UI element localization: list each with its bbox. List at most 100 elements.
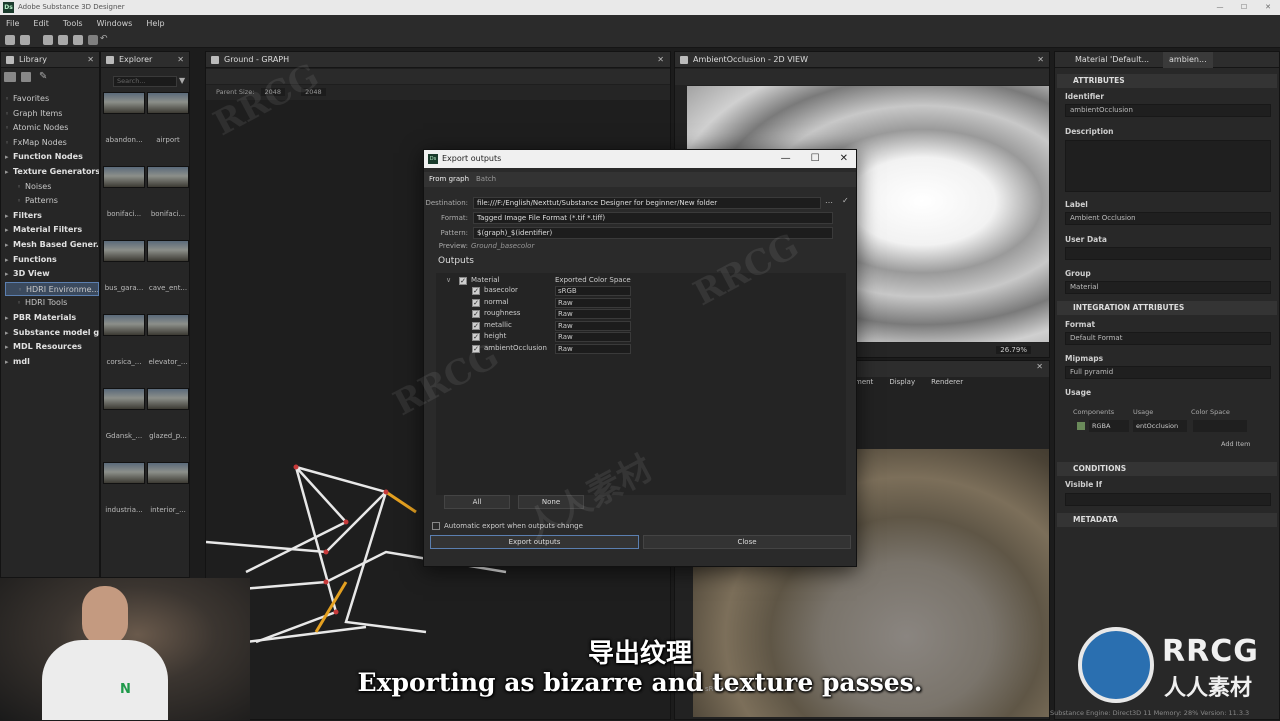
menu-tools[interactable]: Tools <box>63 19 83 28</box>
description-field[interactable] <box>1065 140 1271 192</box>
menu-file[interactable]: File <box>6 19 19 28</box>
mipmaps-select[interactable]: Full pyramid <box>1065 366 1271 379</box>
all-button[interactable]: All <box>444 495 510 509</box>
colorspace-select[interactable] <box>1193 420 1247 432</box>
tab-batch[interactable]: Batch <box>476 175 496 183</box>
tab-ambient[interactable]: ambien... <box>1163 52 1213 68</box>
zoom-level[interactable]: 26.79% <box>996 346 1031 354</box>
hdri-thumbnail[interactable] <box>103 240 145 262</box>
menu-windows[interactable]: Windows <box>97 19 133 28</box>
menu-edit[interactable]: Edit <box>33 19 49 28</box>
dialog-close-icon[interactable]: ✕ <box>840 150 848 168</box>
section-conditions[interactable]: CONDITIONS <box>1057 462 1277 476</box>
hdri-thumbnail[interactable] <box>103 462 145 484</box>
library-item[interactable]: ▸ 3D View <box>5 267 99 282</box>
pencil-icon[interactable]: ✎ <box>39 72 49 82</box>
menu-help[interactable]: Help <box>146 19 164 28</box>
explorer-close-icon[interactable]: ✕ <box>177 52 184 68</box>
hdri-thumbnail[interactable] <box>103 314 145 336</box>
search-input[interactable]: Search... <box>113 76 177 87</box>
view3d-menu-display[interactable]: Display <box>889 378 915 386</box>
import-icon[interactable] <box>43 35 53 45</box>
output-colorspace-select[interactable]: Raw <box>555 343 631 354</box>
components-select[interactable]: RGBA <box>1089 420 1129 432</box>
tab-material[interactable]: Material 'Default... <box>1075 55 1149 64</box>
hdri-thumbnail[interactable] <box>147 166 189 188</box>
library-item[interactable]: ◦ Patterns <box>5 194 99 209</box>
open-icon[interactable] <box>58 35 68 45</box>
collapse-icon[interactable]: ∨ <box>446 276 451 284</box>
add-item-button[interactable]: Add Item <box>1221 440 1250 448</box>
hdri-thumbnail[interactable] <box>147 314 189 336</box>
output-colorspace-select[interactable]: Raw <box>555 297 631 308</box>
folder-icon[interactable] <box>4 72 16 82</box>
output-checkbox[interactable]: ✓ <box>472 287 480 295</box>
library-item[interactable]: ▸ Substance model g... <box>5 326 99 341</box>
library-item[interactable]: ◦ FxMap Nodes <box>5 136 99 151</box>
material-checkbox[interactable]: ✓ <box>459 277 467 285</box>
library-item[interactable]: ◦ HDRI Environme... <box>5 281 99 297</box>
filter-icon[interactable]: ▼ <box>179 76 185 85</box>
output-colorspace-select[interactable]: Raw <box>555 332 631 342</box>
browse-icon[interactable]: … <box>825 196 833 205</box>
graph-node-icon[interactable] <box>20 35 30 45</box>
checkmark-icon[interactable]: ✓ <box>842 196 849 205</box>
close-button[interactable]: Close <box>643 535 851 549</box>
graph-icon[interactable] <box>21 72 31 82</box>
output-colorspace-select[interactable]: sRGB <box>555 286 631 296</box>
graph-close-icon[interactable]: ✕ <box>657 52 664 68</box>
library-item[interactable]: ◦ Favorites <box>5 92 99 107</box>
library-item[interactable]: ▸ Functions <box>5 253 99 268</box>
identifier-field[interactable]: ambientOcclusion <box>1065 104 1271 117</box>
tab-from-graph[interactable]: From graph <box>429 175 469 183</box>
minimize-icon[interactable]: — <box>1208 0 1232 15</box>
save-icon[interactable] <box>73 35 83 45</box>
library-item[interactable]: ▸ Filters <box>5 209 99 224</box>
undo-icon[interactable]: ↶ <box>100 35 110 45</box>
view2d-close-icon[interactable]: ✕ <box>1037 52 1044 68</box>
output-checkbox[interactable]: ✓ <box>472 298 480 307</box>
hdri-thumbnail[interactable] <box>147 92 189 114</box>
library-item[interactable]: ◦ Noises <box>5 180 99 195</box>
hdri-thumbnail[interactable] <box>147 388 189 410</box>
section-integration[interactable]: INTEGRATION ATTRIBUTES <box>1057 301 1277 315</box>
library-item[interactable]: ▸ Mesh Based Gener... <box>5 238 99 253</box>
output-checkbox[interactable]: ✓ <box>472 310 480 318</box>
section-attributes[interactable]: ATTRIBUTES <box>1057 74 1277 88</box>
hdri-thumbnail[interactable] <box>147 240 189 262</box>
dialog-minimize-icon[interactable]: — <box>781 150 791 168</box>
library-close-icon[interactable]: ✕ <box>87 52 94 68</box>
output-checkbox[interactable]: ✓ <box>472 321 480 330</box>
tab-explorer[interactable]: Explorer <box>119 55 152 64</box>
library-item[interactable]: ◦ Graph Items <box>5 107 99 122</box>
output-colorspace-select[interactable]: Raw <box>555 320 631 331</box>
view3d-close-icon[interactable]: ✕ <box>1036 362 1043 371</box>
library-item[interactable]: ◦ HDRI Tools <box>5 296 99 311</box>
hdri-thumbnail[interactable] <box>103 166 145 188</box>
dialog-maximize-icon[interactable]: ☐ <box>811 150 820 168</box>
library-item[interactable]: ▸ mdl <box>5 355 99 370</box>
output-colorspace-select[interactable]: Raw <box>555 309 631 319</box>
library-item[interactable]: ◦ Atomic Nodes <box>5 121 99 136</box>
hdri-thumbnail[interactable] <box>147 462 189 484</box>
close-icon[interactable]: ✕ <box>1256 0 1280 15</box>
tab-library[interactable]: Library <box>19 55 47 64</box>
save-all-icon[interactable] <box>88 35 98 45</box>
new-graph-icon[interactable] <box>5 35 15 45</box>
visible-if-field[interactable] <box>1065 493 1271 506</box>
label-field[interactable]: Ambient Occlusion <box>1065 212 1271 225</box>
hdri-thumbnail[interactable] <box>103 388 145 410</box>
user-data-field[interactable] <box>1065 247 1271 260</box>
auto-export-checkbox[interactable] <box>432 522 440 530</box>
section-metadata[interactable]: METADATA <box>1057 513 1277 527</box>
maximize-icon[interactable]: ☐ <box>1232 0 1256 15</box>
view3d-menu-environment[interactable]: ment <box>855 378 873 386</box>
destination-input[interactable]: file:///F:/English/Nexttut/Substance Des… <box>473 197 821 209</box>
library-item[interactable]: ▸ Material Filters <box>5 223 99 238</box>
group-field[interactable]: Material <box>1065 281 1271 294</box>
view3d-menu-renderer[interactable]: Renderer <box>931 378 963 386</box>
library-item[interactable]: ▸ Function Nodes <box>5 150 99 165</box>
library-item[interactable]: ▸ PBR Materials <box>5 311 99 326</box>
format-dlg-select[interactable]: Tagged Image File Format (*.tif *.tiff) <box>473 212 833 224</box>
library-item[interactable]: ▸ MDL Resources <box>5 340 99 355</box>
